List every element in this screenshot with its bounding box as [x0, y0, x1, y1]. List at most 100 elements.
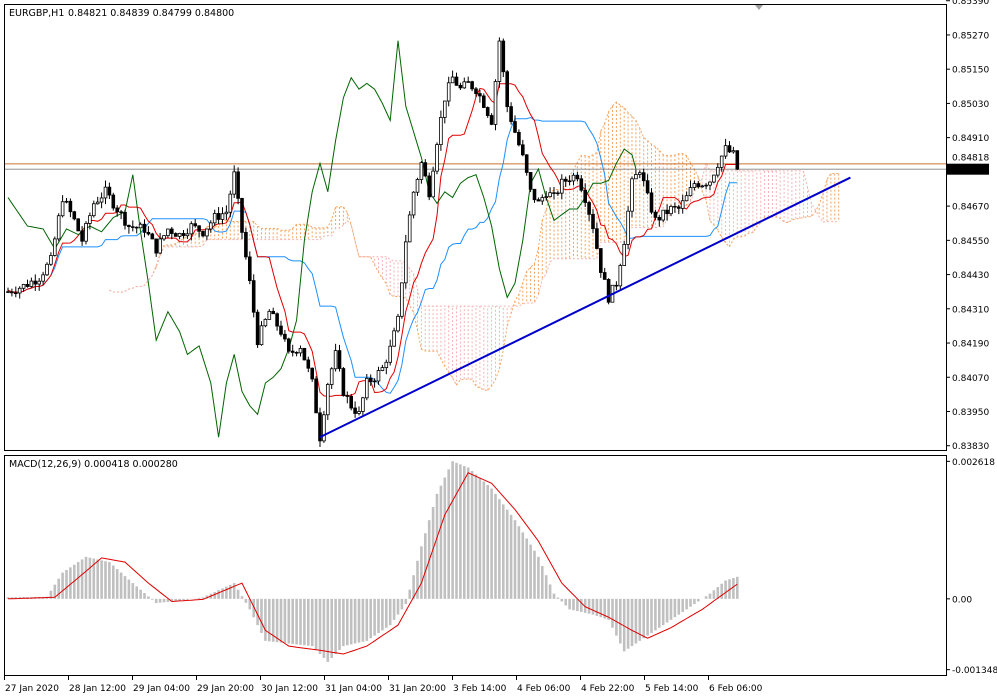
candle: [298, 345, 303, 357]
candle: [302, 347, 307, 361]
candle-body: [567, 180, 572, 183]
candle-body: [575, 174, 580, 180]
candle-body: [618, 265, 623, 287]
candle-body: [92, 203, 96, 217]
candle: [142, 219, 147, 238]
candle-body: [462, 81, 467, 89]
candle: [99, 192, 104, 209]
candle-body: [251, 280, 256, 313]
price-tick-label: 0.84310: [952, 305, 989, 315]
candle-body: [411, 191, 416, 216]
candle-body: [407, 214, 412, 243]
candle-body: [329, 368, 334, 385]
candle: [255, 309, 260, 348]
candle: [25, 279, 30, 288]
candle: [134, 226, 139, 234]
candle: [45, 262, 49, 277]
candle-body: [716, 166, 720, 176]
svg-text:0.84800: 0.84800: [952, 166, 989, 176]
candle: [56, 213, 61, 242]
candle-body: [228, 193, 233, 213]
candle: [673, 202, 677, 213]
candle-body: [232, 171, 237, 195]
candle-body: [521, 144, 525, 156]
candle-body: [485, 107, 490, 116]
candle-body: [481, 95, 486, 108]
candle: [630, 176, 634, 218]
candle-body: [446, 82, 451, 102]
candle: [571, 172, 576, 186]
candle: [177, 232, 182, 240]
candle: [641, 168, 646, 187]
candle: [286, 337, 291, 354]
candle-body: [540, 197, 545, 202]
candle-body: [606, 279, 611, 303]
candle-body: [255, 311, 260, 346]
ohlc-values: 0.84821 0.84839 0.84799 0.84800: [68, 8, 234, 19]
candle: [403, 234, 408, 289]
candle-body: [68, 200, 73, 213]
candle-body: [556, 192, 560, 195]
candle: [392, 327, 396, 347]
candle-body: [544, 196, 548, 198]
candle: [528, 171, 533, 193]
macd-title: MACD(12,26,9) 0.000418 0.000280: [9, 459, 178, 470]
candle-body: [279, 325, 283, 335]
candle-body: [653, 211, 658, 218]
candle: [29, 277, 34, 288]
candle: [513, 115, 517, 134]
candle: [388, 339, 392, 366]
candle-body: [357, 411, 361, 414]
candle-body: [669, 205, 673, 215]
candle: [60, 195, 65, 218]
candle: [489, 113, 494, 126]
candle: [95, 196, 100, 205]
candle-body: [415, 179, 420, 193]
candle: [680, 194, 685, 214]
candle: [427, 172, 431, 201]
candle: [626, 206, 630, 250]
candle-body: [236, 171, 240, 199]
candle-body: [45, 263, 49, 276]
candle-body: [442, 100, 447, 118]
candle: [591, 209, 595, 234]
candle-body: [396, 315, 400, 332]
candle: [481, 93, 486, 109]
candle: [197, 225, 201, 238]
candle-body: [17, 287, 22, 294]
candle: [470, 80, 474, 92]
macd-tick-label: -0.001348: [952, 666, 997, 676]
candle-body: [263, 318, 268, 327]
candle-body: [146, 231, 151, 235]
candle: [251, 274, 256, 318]
candle-body: [353, 407, 357, 414]
candle: [185, 228, 190, 239]
candle: [493, 79, 498, 131]
candle: [33, 274, 38, 291]
candle: [716, 163, 720, 178]
chart-shift-marker[interactable]: [755, 5, 763, 10]
candle: [10, 288, 14, 297]
candle: [146, 226, 151, 236]
candle: [649, 188, 654, 215]
candle: [536, 197, 541, 202]
candle: [154, 238, 159, 257]
time-tick-label: 29 Jan 04:00: [133, 684, 190, 694]
candle: [439, 110, 443, 151]
candle: [727, 141, 732, 153]
time-tick-label: 30 Jan 12:00: [261, 684, 318, 694]
candle-body: [723, 145, 728, 157]
candle: [407, 211, 412, 243]
candle-body: [142, 223, 147, 233]
candle: [189, 221, 194, 241]
candle: [127, 224, 131, 234]
candle-body: [205, 228, 209, 237]
candle-body: [384, 361, 389, 369]
candle: [579, 175, 584, 192]
candle-body: [641, 172, 646, 182]
candle: [325, 382, 330, 420]
candle-body: [361, 397, 365, 412]
candle-body: [634, 174, 638, 180]
candle-body: [497, 40, 502, 82]
candle-body: [665, 209, 669, 215]
